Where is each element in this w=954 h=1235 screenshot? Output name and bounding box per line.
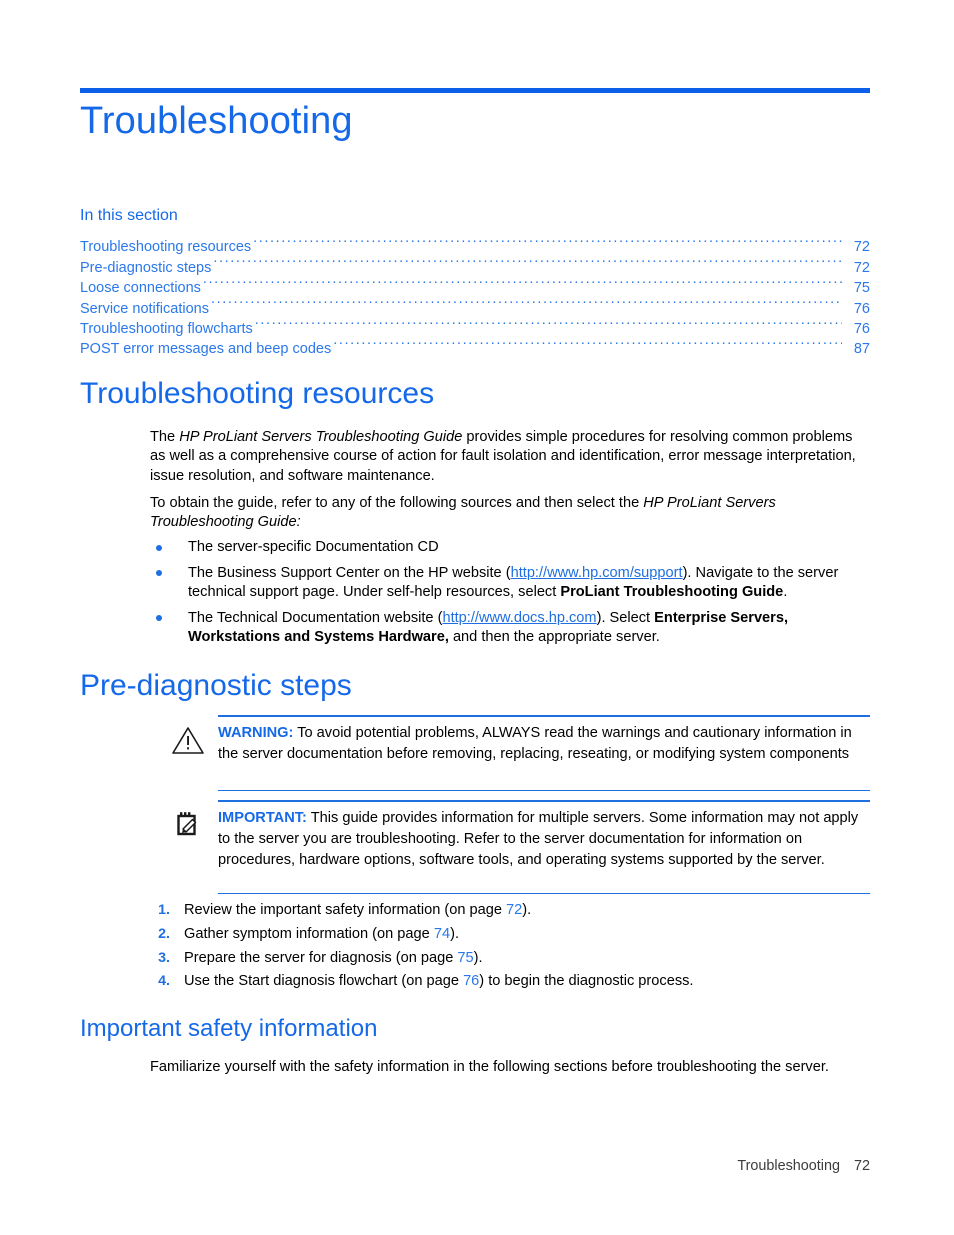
bullet-icon: [156, 570, 162, 577]
toc-entry-page: 72: [853, 259, 870, 276]
important-label: IMPORTANT:: [218, 810, 307, 826]
step-text: ).: [522, 902, 532, 918]
step-text: ).: [473, 949, 483, 966]
important-text: IMPORTANT: This guide provides informati…: [218, 800, 870, 879]
toc-entry-page: 76: [853, 320, 870, 337]
list-item-text: and then the appropriate server.: [448, 629, 660, 646]
toc-dot-leader: [333, 333, 842, 353]
step-text: Prepare the server for diagnosis (on pag…: [184, 949, 458, 966]
note-pencil-icon: [171, 809, 205, 841]
warning-triangle-icon: [171, 724, 205, 756]
toc-entry-title: Service notifications: [80, 300, 209, 317]
toc-dot-leader: [253, 231, 842, 251]
heading-pre-diagnostic-steps: Pre-diagnostic steps: [80, 669, 352, 702]
toc-entry-page: 72: [853, 239, 870, 256]
callout-bottom-rule: [218, 789, 870, 791]
toc-entry-page: 76: [853, 300, 870, 317]
step-text: Gather symptom information (on page: [184, 925, 434, 942]
step-text: Review the important safety information …: [184, 902, 507, 918]
list-item: 1. Review the important safety informati…: [150, 901, 870, 920]
warning-text: WARNING: To avoid potential problems, AL…: [218, 715, 870, 774]
warning-callout: WARNING: To avoid potential problems, AL…: [168, 715, 870, 791]
list-item-text: .: [783, 584, 788, 601]
list-item-text: ). Select: [596, 609, 655, 626]
pre-diagnostic-step-list: 1. Review the important safety informati…: [150, 901, 870, 996]
list-item: The Technical Documentation website (htt…: [150, 609, 870, 648]
warning-body: To avoid potential problems, ALWAYS read…: [218, 725, 852, 762]
list-item: 2. Gather symptom information (on page 7…: [150, 925, 870, 944]
callout-bottom-rule: [218, 892, 870, 894]
list-item: The Business Support Center on the HP we…: [150, 564, 870, 603]
footer-page-number: 72: [853, 1158, 870, 1174]
page-reference[interactable]: 74: [434, 926, 450, 942]
safety-paragraph: Familiarize yourself with the safety inf…: [150, 1059, 829, 1075]
list-item: 4. Use the Start diagnosis flowchart (on…: [150, 972, 870, 991]
toc-dot-leader: [255, 313, 842, 333]
toc-entry-title: POST error messages and beep codes: [80, 341, 332, 358]
list-item-text: The Business Support Center on the HP we…: [188, 564, 511, 581]
warning-label: WARNING:: [218, 725, 294, 741]
toc-dot-leader: [213, 251, 842, 271]
step-number: 2.: [158, 925, 170, 942]
heading-troubleshooting-resources: Troubleshooting resources: [80, 377, 435, 410]
step-text: Use the Start diagnosis flowchart (on pa…: [184, 973, 464, 990]
page-title: Troubleshooting: [80, 100, 353, 142]
hp-docs-link[interactable]: http://www.docs.hp.com: [442, 610, 596, 626]
resources-bullet-list: The server-specific Documentation CD The…: [150, 538, 870, 654]
callout-top-rule: [218, 715, 870, 717]
toc-entry-title: Pre-diagnostic steps: [80, 259, 212, 276]
toc-entry-page: 87: [853, 341, 870, 358]
toc-entry-title: Loose connections: [80, 280, 201, 297]
important-body: This guide provides information for mult…: [218, 810, 859, 868]
footer-chapter: Troubleshooting: [737, 1158, 840, 1174]
guide-title-italic: HP ProLiant Servers Troubleshooting Guid…: [179, 429, 463, 445]
page-reference[interactable]: 76: [463, 973, 479, 989]
callout-top-rule: [218, 800, 870, 802]
step-text: ) to begin the diagnostic process.: [479, 973, 694, 990]
table-of-contents: Troubleshooting resources 72 Pre-diagnos…: [80, 231, 870, 357]
step-number: 3.: [158, 949, 170, 966]
step-text: ).: [450, 925, 459, 942]
list-item: 3. Prepare the server for diagnosis (on …: [150, 949, 870, 968]
hp-support-link[interactable]: http://www.hp.com/support: [511, 565, 683, 581]
header-rule: [80, 88, 870, 93]
paragraph-text: To obtain the guide, refer to any of the…: [150, 495, 644, 511]
list-item: The server-specific Documentation CD: [150, 538, 870, 557]
document-page: Troubleshooting In this section Troubles…: [0, 0, 954, 1235]
toc-dot-leader: [211, 292, 842, 312]
list-item-text: The server-specific Documentation CD: [188, 539, 439, 555]
paragraph-text: The: [150, 429, 180, 445]
emphasis-text: ProLiant Troubleshooting Guide: [560, 584, 784, 601]
page-reference[interactable]: 75: [457, 950, 473, 966]
list-item-text: The Technical Documentation website (: [188, 609, 443, 626]
page-reference[interactable]: 72: [506, 902, 522, 918]
bullet-icon: [156, 615, 162, 622]
heading-important-safety-information: Important safety information: [80, 1015, 378, 1042]
toc-dot-leader: [203, 272, 842, 292]
page-footer: Troubleshooting 72: [737, 1158, 870, 1174]
important-callout: IMPORTANT: This guide provides informati…: [168, 800, 870, 894]
resources-paragraph-1: The HP ProLiant Servers Troubleshooting …: [150, 428, 870, 486]
toc-entry[interactable]: Troubleshooting resources 72: [80, 231, 870, 255]
step-number: 1.: [158, 902, 170, 918]
bullet-icon: [156, 544, 162, 551]
step-number: 4.: [158, 973, 170, 990]
resources-paragraph-2: To obtain the guide, refer to any of the…: [150, 494, 870, 533]
toc-entry-page: 75: [853, 280, 870, 297]
toc-entry-title: Troubleshooting flowcharts: [80, 320, 253, 337]
in-this-section-label: In this section: [80, 207, 178, 224]
